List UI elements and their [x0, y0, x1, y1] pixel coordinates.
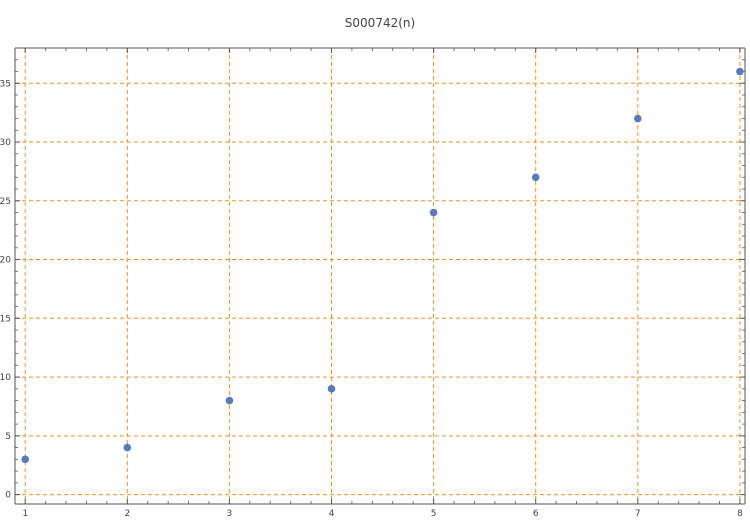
data-point-0-5: [531, 173, 540, 182]
y-tick-label-10: 10: [0, 373, 11, 383]
x-tick-label-3: 3: [227, 509, 233, 519]
data-point-0-6: [633, 114, 642, 123]
data-point-0-4: [429, 208, 438, 217]
y-tick-label-5: 5: [5, 432, 11, 442]
y-tick-label-0: 0: [5, 491, 11, 501]
data-point-0-2: [225, 396, 234, 405]
x-tick-label-5: 5: [431, 509, 437, 519]
y-tick-label-15: 15: [0, 314, 11, 324]
point-layer: [21, 67, 744, 464]
tick-layer: 1 2 3 4 5 6 7 8 0 5 10 15 20 25 30 35: [0, 47, 745, 519]
data-point-0-3: [327, 385, 336, 393]
chart-title: S000742(n): [345, 16, 415, 30]
data-point-0-0: [21, 455, 30, 464]
x-tick-label-4: 4: [329, 509, 335, 519]
x-tick-label-2: 2: [124, 509, 130, 519]
data-point-0-1: [123, 443, 132, 452]
x-tick-label-8: 8: [737, 509, 743, 519]
y-tick-label-25: 25: [0, 197, 11, 207]
x-tick-label-6: 6: [533, 509, 539, 519]
y-tick-label-30: 30: [0, 138, 11, 148]
y-tick-label-20: 20: [0, 256, 11, 266]
data-point-0-7: [736, 67, 744, 76]
scatter-chart: S000742(n) 1 2 3 4 5 6 7 8 0 5 10 15 20 25 30 35: [0, 16, 746, 519]
x-tick-label-7: 7: [635, 509, 641, 519]
x-tick-label-1: 1: [22, 509, 28, 519]
y-tick-label-35: 35: [0, 79, 11, 89]
